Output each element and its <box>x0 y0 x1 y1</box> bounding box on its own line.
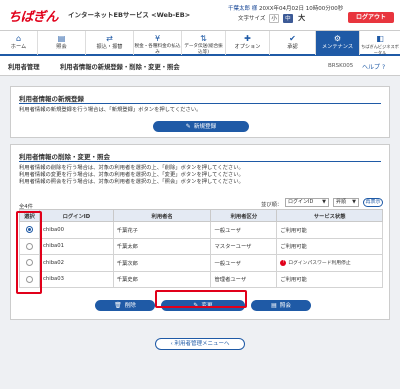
user-category-cell: 管理者ユーザ <box>210 270 278 288</box>
trash-icon: 🗑 <box>114 302 122 309</box>
tax-icon: ¥ <box>154 34 161 43</box>
manage-heading: 利用者情報の削除・変更・照会 <box>19 153 110 161</box>
user-name-cell: 千葉次郎 <box>112 254 212 272</box>
column-header: 利用者名 <box>112 209 212 222</box>
column-header: ログインID <box>38 209 114 222</box>
nav-data-transfer[interactable]: ⇅ データ伝送(総合振込等) <box>182 31 226 55</box>
nav-transfer[interactable]: ⇄ 振込・振替 <box>86 31 134 55</box>
logout-button[interactable]: ログアウト <box>348 12 394 23</box>
new-registration-heading: 利用者情報の新規登録 <box>19 95 84 103</box>
manage-description-edit: 利用者情報の変更を行う場合は、対象の利用者を選択の上、「変更」ボタンを押してくだ… <box>19 172 244 178</box>
new-registration-panel: 利用者情報の新規登録 利用者情報の新規登録を行う場合は、「新規登録」ボタンを押し… <box>10 86 390 138</box>
chevron-down-icon: ▼ <box>322 199 326 205</box>
manage-description-view: 利用者情報の照会を行う場合は、対象の利用者を選択の上、「照会」ボタンを押してくだ… <box>19 179 244 185</box>
help-icon: ? <box>381 64 386 71</box>
table-row[interactable]: chiba03 千葉史郎 管理者ユーザ ご利用可能 <box>19 270 383 288</box>
chevron-left-icon: ‹ <box>170 341 173 347</box>
nav-option[interactable]: ✚ オプション <box>226 31 270 55</box>
font-size-large[interactable]: 大 <box>297 14 307 23</box>
select-column-highlight <box>16 211 42 294</box>
column-header: 利用者区分 <box>210 209 278 222</box>
user-category-cell: マスターユーザ <box>210 237 278 255</box>
maintenance-icon: ⚙ <box>333 34 342 43</box>
new-registration-button[interactable]: ✎ 新規登録 <box>153 121 249 132</box>
manage-description-delete: 利用者情報の削除を行う場合は、対象の利用者を選択の上、「削除」ボタンを押してくだ… <box>19 165 244 171</box>
portal-icon: ◧ <box>376 34 384 43</box>
user-name-cell: 千葉太郎 <box>112 237 212 255</box>
login-id-cell: chiba02 <box>38 254 114 272</box>
heading-divider <box>19 103 381 104</box>
heading-divider <box>19 161 381 162</box>
transfer-icon: ⇄ <box>106 34 113 43</box>
last-login: 20XX年04月02日 10時00分00秒 <box>259 6 344 12</box>
page-title: 利用者情報の新規登録・削除・変更・照会 <box>60 64 180 71</box>
chevron-down-icon: ▼ <box>352 199 356 205</box>
user-category-cell: 一般ユーザ <box>210 221 278 239</box>
global-nav: ⌂ ホーム ▤ 照会 ⇄ 振込・振替 ¥ 税金・各種料金の払込み ⇅ データ伝送… <box>0 30 400 56</box>
nav-tax[interactable]: ¥ 税金・各種料金の払込み <box>134 31 182 55</box>
approval-icon: ✔ <box>289 34 296 43</box>
screen-code: BRSK005 <box>328 63 354 69</box>
login-id-cell: chiba03 <box>38 270 114 288</box>
service-status-cell: ご利用可能 <box>276 270 383 288</box>
nav-portal[interactable]: ◧ ちばぎんビジネスポータル <box>360 31 400 55</box>
view-button[interactable]: ▤ 照会 <box>251 300 311 311</box>
user-name: 千葉太郎 様 <box>228 6 258 12</box>
bank-logo[interactable]: ちばぎん <box>8 6 59 25</box>
document-icon: ▤ <box>271 302 277 309</box>
service-status-cell: ご利用可能 <box>276 237 383 255</box>
nav-approval[interactable]: ✔ 承認 <box>270 31 316 55</box>
service-status-cell: ご利用可能 <box>276 221 383 239</box>
font-size-selector: 文字サイズ 小 中 大 <box>238 14 307 23</box>
table-header-row: 選択 ログインID 利用者名 利用者区分 サービス状態 <box>19 209 383 222</box>
back-to-menu-button[interactable]: ‹ 利用者管理メニューへ <box>155 338 245 350</box>
column-header: サービス状態 <box>276 209 383 222</box>
data-transfer-icon: ⇅ <box>200 34 207 43</box>
main-content: 利用者情報の新規登録 利用者情報の新規登録を行う場合は、「新規登録」ボタンを押し… <box>0 76 400 389</box>
edit-button-highlight <box>155 290 247 308</box>
new-registration-description: 利用者情報の新規登録を行う場合は、「新規登録」ボタンを押してください。 <box>19 107 202 113</box>
table-row[interactable]: chiba00 千葉花子 一般ユーザ ご利用可能 <box>19 221 383 239</box>
help-link[interactable]: ヘルプ ? <box>362 62 385 71</box>
delete-button[interactable]: 🗑 削除 <box>95 300 155 311</box>
sort-label: 並び順： <box>261 202 283 208</box>
service-status-cell: ! ログインパスワード利用停止 <box>276 254 383 272</box>
service-name: インターネットEBサービス <Web-EB> <box>68 11 191 19</box>
font-size-medium[interactable]: 中 <box>282 14 293 23</box>
user-info: 千葉太郎 様 20XX年04月02日 10時00分00秒 <box>228 4 343 12</box>
font-size-small[interactable]: 小 <box>269 14 280 23</box>
user-name-cell: 千葉花子 <box>112 221 212 239</box>
inquiry-icon: ▤ <box>57 34 66 43</box>
table-row[interactable]: chiba01 千葉太郎 マスターユーザ ご利用可能 <box>19 237 383 255</box>
font-size-label: 文字サイズ <box>238 16 266 22</box>
login-id-cell: chiba01 <box>38 237 114 255</box>
pencil-icon: ✎ <box>185 123 191 130</box>
option-icon: ✚ <box>244 34 251 43</box>
sort-order-select[interactable]: 昇順 ▼ <box>333 198 359 207</box>
table-row[interactable]: chiba02 千葉次郎 一般ユーザ ! ログインパスワード利用停止 <box>19 254 383 272</box>
redisplay-button[interactable]: 再表示 <box>363 198 383 207</box>
warning-icon: ! <box>280 259 287 266</box>
login-id-cell: chiba00 <box>38 221 114 239</box>
nav-home[interactable]: ⌂ ホーム <box>0 31 38 55</box>
sort-key-select[interactable]: ログインID ▼ <box>285 198 329 207</box>
page-titlebar: 利用者管理 利用者情報の新規登録・削除・変更・照会 BRSK005 ヘルプ ? <box>0 56 400 76</box>
user-table: 選択 ログインID 利用者名 利用者区分 サービス状態 chiba00 千葉花子… <box>19 209 383 288</box>
home-icon: ⌂ <box>15 34 22 43</box>
user-name-cell: 千葉史郎 <box>112 270 212 288</box>
nav-inquiry[interactable]: ▤ 照会 <box>38 31 86 55</box>
section-title: 利用者管理 <box>8 64 40 71</box>
nav-maintenance[interactable]: ⚙ メンテナンス <box>316 31 360 55</box>
header: ちばぎん インターネットEBサービス <Web-EB> 千葉太郎 様 20XX年… <box>0 0 400 30</box>
user-category-cell: 一般ユーザ <box>210 254 278 272</box>
